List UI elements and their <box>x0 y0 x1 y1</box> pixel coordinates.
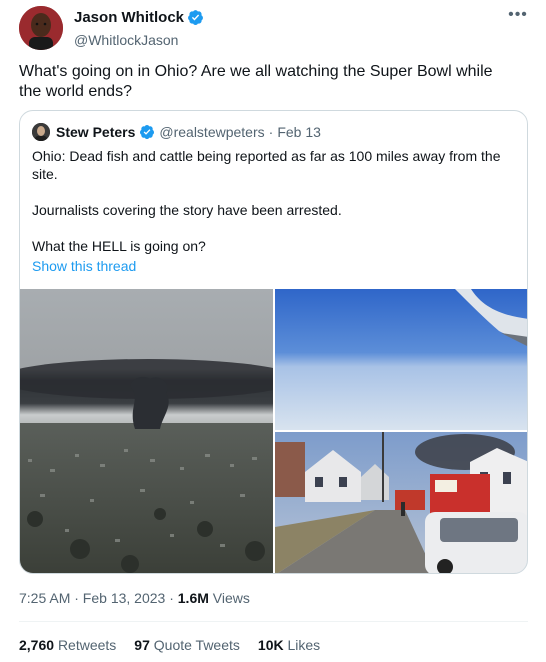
quote-paragraph: What the HELL is going on? <box>32 238 206 254</box>
quote-tweets-stat[interactable]: 97 Quote Tweets <box>134 637 240 653</box>
divider <box>19 621 528 622</box>
author-block: Jason Whitlock @WhitlockJason <box>74 8 204 48</box>
author-avatar[interactable] <box>19 6 63 50</box>
retweets-stat[interactable]: 2,760 Retweets <box>19 637 116 653</box>
engagement-stats: 2,760 Retweets 97 Quote Tweets 10K Likes <box>19 637 320 653</box>
photo-airplane-view[interactable] <box>275 289 527 430</box>
quote-tweet[interactable]: Stew Peters @realstewpeters · Feb 13 Ohi… <box>19 110 528 574</box>
photo-smoke-plume[interactable] <box>20 289 273 573</box>
verified-badge-icon <box>140 125 155 140</box>
show-thread-link[interactable]: Show this thread <box>32 258 136 274</box>
photo-street-fire-trucks[interactable] <box>275 432 527 573</box>
views-label: Views <box>208 590 250 606</box>
quote-header: Stew Peters @realstewpeters · Feb 13 <box>32 123 321 141</box>
quote-paragraph: Ohio: Dead fish and cattle being reporte… <box>32 148 501 182</box>
likes-label: Likes <box>287 637 321 653</box>
quote-text: Ohio: Dead fish and cattle being reporte… <box>32 147 516 257</box>
quote-paragraph: Journalists covering the story have been… <box>32 202 342 218</box>
tweet-meta: 7:25 AM · Feb 13, 2023 · 1.6M Views <box>19 590 250 606</box>
quote-author-name: Stew Peters <box>56 124 136 140</box>
quote-author-avatar <box>32 123 50 141</box>
quote-tweets-count: 97 <box>134 637 150 653</box>
views-count: 1.6M <box>177 590 209 606</box>
retweets-label: Retweets <box>57 637 117 653</box>
likes-stat[interactable]: 10K Likes <box>258 637 320 653</box>
media-grid <box>20 289 527 573</box>
likes-count: 10K <box>257 637 284 653</box>
tweet: Jason Whitlock @WhitlockJason ••• What's… <box>0 0 546 662</box>
more-options-icon[interactable]: ••• <box>508 7 528 24</box>
timestamp[interactable]: 7:25 AM · Feb 13, 2023 · <box>19 590 178 606</box>
quote-date: Feb 13 <box>277 124 321 140</box>
author-handle[interactable]: @WhitlockJason <box>74 32 204 48</box>
verified-badge-icon <box>188 9 203 25</box>
quote-author-handle: @realstewpeters <box>159 124 265 140</box>
quote-tweets-label: Quote Tweets <box>153 637 240 653</box>
tweet-text: What's going on in Ohio? Are we all watc… <box>19 63 493 100</box>
separator-dot: · <box>268 124 274 140</box>
author-name[interactable]: Jason Whitlock <box>74 9 184 26</box>
retweets-count: 2,760 <box>19 637 55 653</box>
